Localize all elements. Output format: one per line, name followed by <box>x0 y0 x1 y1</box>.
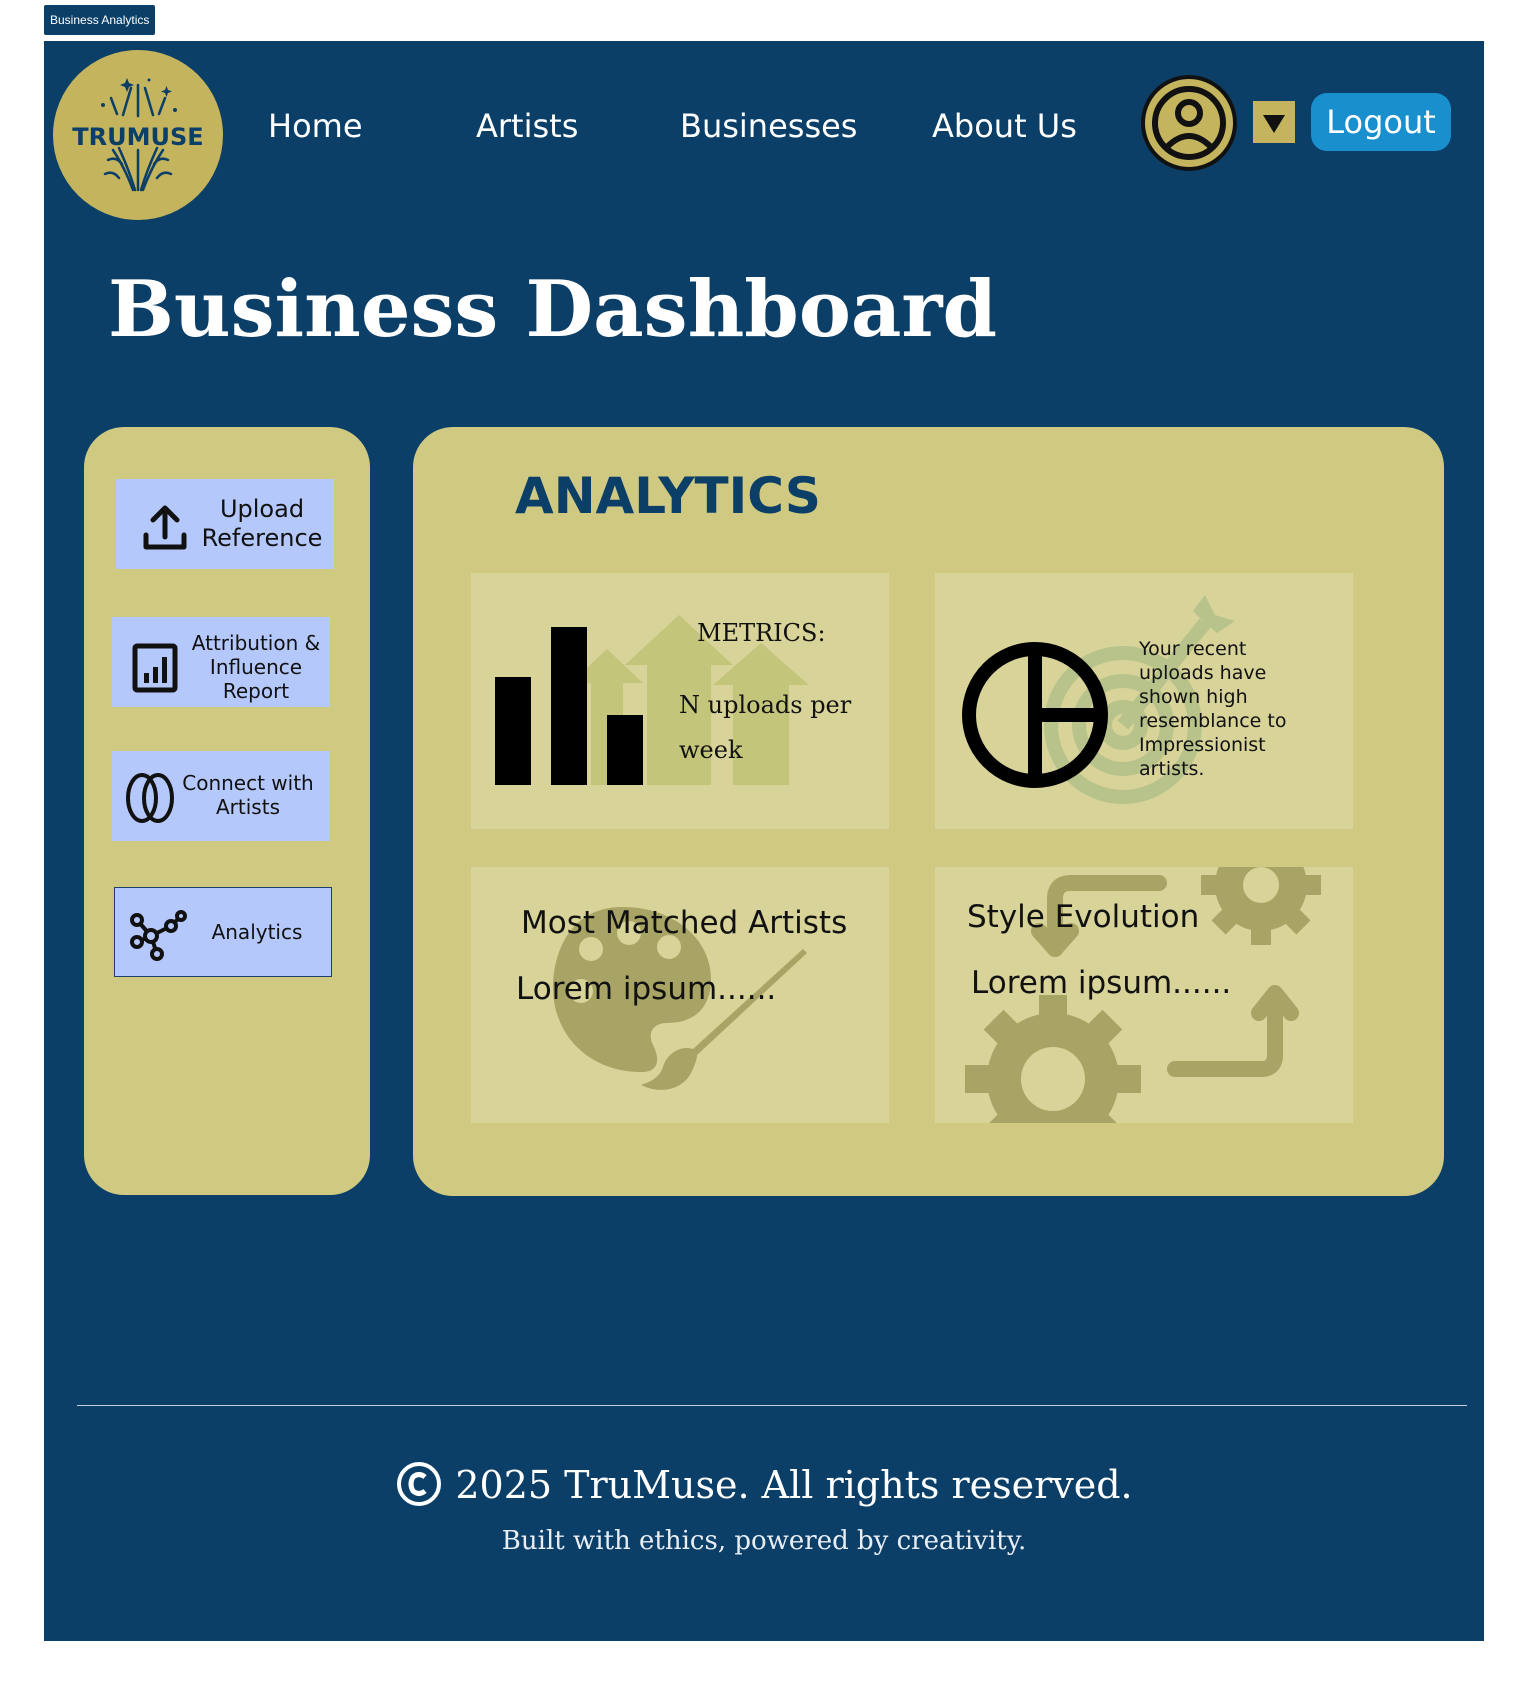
style-body: Lorem ipsum...... <box>971 965 1232 1001</box>
nav-artists[interactable]: Artists <box>476 107 578 145</box>
matched-title: Most Matched Artists <box>521 905 848 941</box>
analytics-button[interactable]: Analytics <box>114 887 332 977</box>
resemblance-card[interactable]: Your recent uploads have shown high rese… <box>935 573 1353 829</box>
resemblance-line2: uploads have <box>1139 662 1267 684</box>
analytics-label: Analytics <box>211 920 303 944</box>
nav-businesses[interactable]: Businesses <box>680 107 857 145</box>
footer-divider <box>77 1405 1467 1406</box>
page-title: Business Dashboard <box>108 264 998 355</box>
user-icon <box>1152 86 1226 160</box>
resemblance-line1: Your recent <box>1139 638 1247 660</box>
analytics-panel: ANALYTICS METRICS: N uploads per week Yo… <box>413 427 1444 1196</box>
upload-label-line1: Upload <box>219 495 305 523</box>
resemblance-line3: shown high <box>1139 686 1248 708</box>
triangle-down-icon <box>1263 115 1285 133</box>
logo-wordmark: TRUMUSE <box>72 123 204 151</box>
style-evolution-card[interactable]: Style Evolution Lorem ipsum...... <box>935 867 1353 1123</box>
upload-reference-button[interactable]: Upload Reference <box>116 479 334 569</box>
resemblance-line5: Impressionist <box>1139 734 1266 756</box>
sidebar: Upload Reference Attribution & Influence… <box>84 427 370 1195</box>
logout-button[interactable]: Logout <box>1311 93 1451 151</box>
linked-rings-icon <box>126 773 174 823</box>
upload-icon <box>143 505 187 550</box>
resemblance-line6: artists. <box>1139 758 1205 780</box>
analytics-title: ANALYTICS <box>515 467 821 525</box>
metrics-line2: week <box>679 736 743 764</box>
pie-chart-icon <box>962 642 1108 788</box>
connect-with-artists-button[interactable]: Connect with Artists <box>112 751 330 841</box>
frame-tab: Business Analytics <box>44 5 156 35</box>
metrics-line1: N uploads per <box>679 691 852 719</box>
trumuse-logo[interactable]: TRUMUSE <box>53 50 223 220</box>
copyright-icon <box>395 1460 443 1517</box>
connect-label-line1: Connect with <box>182 771 314 795</box>
report-chart-icon <box>132 643 178 693</box>
metrics-card[interactable]: METRICS: N uploads per week <box>471 573 889 829</box>
metrics-title: METRICS: <box>697 619 826 647</box>
network-nodes-icon <box>130 910 187 961</box>
connect-label-line2: Artists <box>216 795 280 819</box>
matched-body: Lorem ipsum...... <box>516 971 777 1007</box>
style-title: Style Evolution <box>967 899 1200 935</box>
most-matched-artists-card[interactable]: Most Matched Artists Lorem ipsum...... <box>471 867 889 1123</box>
attribution-label-line2: Influence <box>209 655 303 679</box>
attribution-label-line1: Attribution & <box>191 631 321 655</box>
profile-avatar[interactable] <box>1141 75 1237 171</box>
resemblance-line4: resemblance to <box>1139 710 1287 732</box>
nav-about-us[interactable]: About Us <box>932 107 1077 145</box>
attribution-influence-report-button[interactable]: Attribution & Influence Report <box>112 617 330 707</box>
attribution-label-line3: Report <box>222 679 290 703</box>
profile-dropdown[interactable] <box>1253 101 1295 143</box>
footer-copyright: 2025 TruMuse. All rights reserved. <box>44 1460 1484 1517</box>
page: TRUMUSE Home Artists Businesses About Us… <box>44 41 1484 1641</box>
upload-label-line2: Reference <box>201 524 323 552</box>
copyright-text: 2025 TruMuse. All rights reserved. <box>455 1463 1133 1507</box>
nav-home[interactable]: Home <box>268 107 363 145</box>
footer-tagline: Built with ethics, powered by creativity… <box>501 1526 1027 1556</box>
